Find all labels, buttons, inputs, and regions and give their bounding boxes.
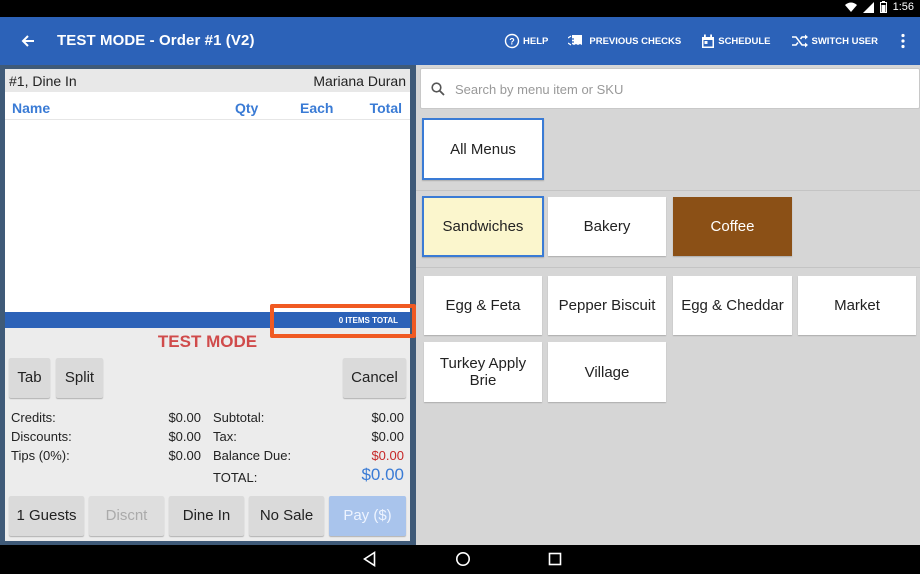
item-village[interactable]: Village [548, 342, 666, 402]
category-coffee[interactable]: Coffee [673, 197, 792, 256]
discounts-value: $0.00 [168, 429, 201, 444]
items-total-bar: 0 ITEMS TOTAL [5, 312, 410, 328]
wifi-icon [844, 2, 857, 12]
test-mode-label: TEST MODE [157, 332, 258, 351]
switch-user-label: SWITCH USER [811, 35, 879, 47]
order-panel: #1, Dine In Mariana Duran Name Qty Each … [0, 65, 416, 545]
order-controls: TEST MODE Tab Split Cancel Credits: $0.0… [5, 328, 410, 541]
divider [416, 190, 920, 191]
search-icon [431, 82, 445, 96]
help-icon: ? [504, 33, 520, 49]
balance-due-label: Balance Due: [213, 448, 292, 463]
subtotal-value: $0.00 [371, 410, 404, 425]
item-turkey-apply-brie[interactable]: Turkey Apply Brie [424, 342, 542, 402]
previous-checks-label: PREVIOUS CHECKS [589, 35, 682, 47]
svg-text:?: ? [509, 37, 515, 47]
battery-icon [879, 1, 887, 13]
divider [416, 267, 920, 268]
all-menus-tile[interactable]: All Menus [422, 118, 544, 180]
tax-value: $0.00 [371, 429, 404, 444]
split-button[interactable]: Split [56, 358, 103, 398]
subtotal-label: Subtotal: [213, 410, 265, 425]
search-input[interactable] [455, 78, 895, 100]
total-value: $0.00 [361, 465, 404, 484]
order-type: #1, Dine In [9, 73, 77, 89]
dine-in-button[interactable]: Dine In [169, 496, 244, 536]
no-sale-button[interactable]: No Sale [249, 496, 324, 536]
items-total-label: 0 ITEMS TOTAL [338, 316, 398, 325]
overflow-menu-icon[interactable] [900, 33, 906, 49]
checks-icon [568, 35, 583, 46]
column-name: Name [12, 100, 51, 116]
nav-recents-icon[interactable] [548, 551, 562, 567]
page-title: TEST MODE - Order #1 (V2) [57, 32, 255, 49]
menu-panel: All Menus Sandwiches Bakery Coffee Egg &… [416, 65, 920, 545]
shuffle-icon [791, 34, 808, 48]
total-label: TOTAL: [213, 470, 258, 485]
status-icons: 1:56 [844, 1, 914, 13]
toolbar-actions: ? HELP PREVIOUS CHECKS SCHEDULE SWITCH U… [484, 17, 906, 65]
category-sandwiches[interactable]: Sandwiches [422, 196, 544, 257]
table-header: Name Qty Each Total [5, 92, 410, 120]
search-box[interactable] [420, 68, 920, 109]
cancel-button[interactable]: Cancel [343, 358, 406, 398]
previous-checks-button[interactable]: PREVIOUS CHECKS [568, 33, 681, 49]
tax-label: Tax: [213, 429, 237, 444]
order-items-table[interactable]: Name Qty Each Total [5, 92, 410, 312]
status-bar: 1:56 [0, 0, 920, 17]
tips-label: Tips (0%): [11, 448, 70, 463]
pay-button[interactable]: Pay ($) [329, 496, 406, 536]
signal-icon [862, 1, 874, 13]
category-bakery[interactable]: Bakery [548, 197, 666, 256]
credits-label: Credits: [11, 410, 56, 425]
help-button[interactable]: ? HELP [504, 33, 548, 49]
credits-value: $0.00 [168, 410, 201, 425]
server-name: Mariana Duran [313, 73, 406, 89]
credits-summary: Credits: $0.00 Discounts: $0.00 Tips (0%… [11, 410, 203, 470]
help-label: HELP [523, 35, 549, 47]
navigation-bar [0, 545, 920, 574]
item-pepper-biscuit[interactable]: Pepper Biscuit [548, 276, 666, 335]
tab-button[interactable]: Tab [9, 358, 50, 398]
switch-user-button[interactable]: SWITCH USER [791, 34, 879, 48]
discounts-label: Discounts: [11, 429, 72, 444]
column-each: Each [300, 100, 334, 116]
item-egg-cheddar[interactable]: Egg & Cheddar [673, 276, 792, 335]
schedule-label: SCHEDULE [718, 35, 771, 47]
clock: 1:56 [892, 1, 914, 13]
item-market[interactable]: Market [798, 276, 916, 335]
nav-back-icon[interactable] [363, 551, 376, 567]
nav-home-icon[interactable] [455, 551, 471, 567]
totals-summary: Subtotal: $0.00 Tax: $0.00 Balance Due: … [213, 410, 406, 490]
tips-value: $0.00 [168, 448, 201, 463]
column-qty: Qty [235, 100, 259, 116]
balance-due-value: $0.00 [371, 448, 404, 463]
discount-button[interactable]: Discnt [89, 496, 164, 536]
app-bar: TEST MODE - Order #1 (V2) ? HELP PREVIOU… [0, 17, 920, 65]
guests-button[interactable]: 1 Guests [9, 496, 84, 536]
item-egg-feta[interactable]: Egg & Feta [424, 276, 542, 335]
column-total: Total [369, 100, 402, 116]
back-arrow-icon[interactable] [14, 28, 42, 54]
order-header: #1, Dine In Mariana Duran [5, 69, 410, 92]
schedule-button[interactable]: SCHEDULE [701, 34, 771, 49]
calendar-icon [702, 34, 715, 48]
